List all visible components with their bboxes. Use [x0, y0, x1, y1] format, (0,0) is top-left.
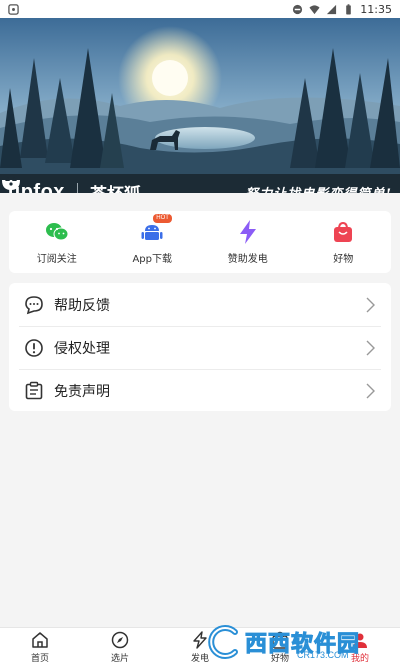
menu-item-help-feedback[interactable]: 帮助反馈 — [9, 283, 391, 326]
alert-circle-icon — [25, 338, 43, 357]
do-not-disturb-icon — [293, 4, 303, 14]
chevron-right-icon — [366, 383, 375, 398]
quick-action-label: 订阅关注 — [36, 253, 77, 265]
brand-name-cn: 茶杯狐 — [90, 180, 141, 193]
menu-item-label: 侵权处理 — [54, 340, 110, 357]
battery-icon — [346, 3, 352, 15]
status-bar: 11:35 — [0, 0, 400, 18]
brand-bar: upfox 茶杯狐 努力让找电影变得简单! — [0, 174, 400, 193]
watermark-sub: CR173.COM — [297, 650, 349, 660]
quick-action-label: 赞助发电 — [227, 253, 268, 265]
quick-action-sponsor[interactable]: 赞助发电 — [200, 211, 296, 273]
site-watermark: 西西软件园 CR173.COM — [205, 618, 395, 666]
quick-action-app-download[interactable]: HOT App下载 — [105, 211, 201, 273]
hot-badge: HOT — [153, 213, 172, 223]
profile-banner: upfox 茶杯狐 努力让找电影变得简单! — [0, 18, 400, 193]
brand-slogan: 努力让找电影变得简单! — [245, 183, 392, 193]
nav-label: 首页 — [30, 653, 49, 664]
nav-home[interactable]: 首页 — [0, 628, 80, 666]
android-icon — [141, 224, 163, 240]
status-time: 11:35 — [360, 2, 392, 16]
menu-item-infringement[interactable]: 侵权处理 — [9, 326, 391, 369]
nav-browse[interactable]: 选片 — [80, 628, 160, 666]
quick-action-label: 好物 — [333, 253, 354, 265]
nav-label: 选片 — [110, 653, 129, 664]
menu-item-disclaimer[interactable]: 免责声明 — [9, 369, 391, 412]
quick-action-goods[interactable]: 好物 — [296, 211, 392, 273]
quick-action-label: App下载 — [132, 253, 173, 265]
signal-icon — [327, 4, 337, 14]
wechat-icon — [45, 222, 69, 240]
wifi-icon — [309, 4, 320, 14]
chevron-right-icon — [366, 340, 375, 355]
home-icon — [32, 631, 48, 648]
menu-list-card: 帮助反馈 侵权处理 免责声明 — [9, 283, 391, 411]
chat-bubble-icon — [25, 295, 43, 314]
document-icon — [25, 381, 43, 399]
chevron-right-icon — [366, 297, 375, 312]
notification-icon — [8, 3, 19, 15]
brand-logo: upfox 茶杯狐 — [2, 177, 141, 193]
compass-icon — [111, 631, 129, 648]
quick-actions-card: 订阅关注 HOT App下载 赞助发电 好物 — [9, 211, 391, 273]
fox-cup-icon — [2, 177, 20, 190]
menu-item-label: 帮助反馈 — [54, 297, 110, 314]
landscape-illustration — [0, 18, 400, 193]
brand-divider — [76, 182, 78, 193]
watermark-logo-icon — [208, 625, 238, 659]
quick-action-subscribe[interactable]: 订阅关注 — [9, 211, 105, 273]
lightning-icon — [239, 219, 256, 244]
menu-item-label: 免责声明 — [54, 383, 110, 400]
shopping-bag-icon — [334, 221, 353, 242]
